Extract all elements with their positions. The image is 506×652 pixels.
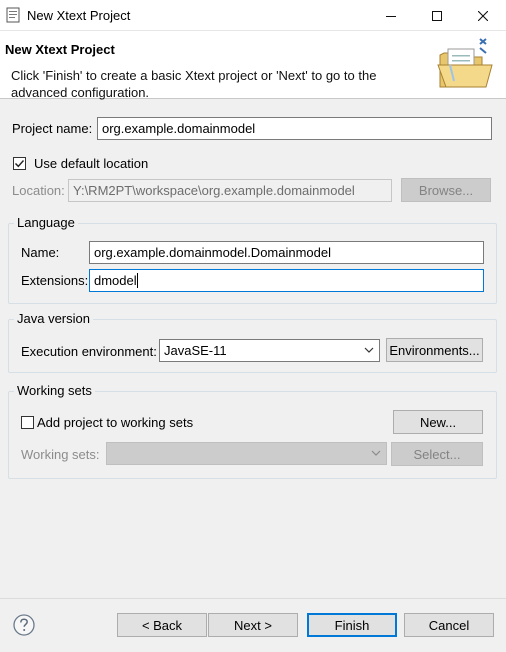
location-input[interactable]: Y:\RM2PT\workspace\org.example.domainmod… [68, 179, 392, 202]
select-working-sets-button[interactable]: Select... [391, 442, 483, 466]
help-icon[interactable] [13, 614, 35, 636]
project-name-label: Project name: [12, 121, 93, 136]
cancel-button[interactable]: Cancel [404, 613, 494, 637]
use-default-location-checkbox[interactable] [13, 157, 26, 170]
java-version-group-title: Java version [14, 311, 93, 326]
extensions-input[interactable]: dmodel [89, 269, 484, 292]
window-title: New Xtext Project [27, 8, 131, 23]
language-name-input[interactable]: org.example.domainmodel.Domainmodel [89, 241, 484, 264]
maximize-button[interactable] [414, 0, 460, 31]
minimize-button[interactable] [368, 0, 414, 31]
wizard-heading: New Xtext Project [5, 42, 115, 57]
wizard-description: Click 'Finish' to create a basic Xtext p… [11, 68, 377, 100]
environments-button[interactable]: Environments... [386, 338, 483, 362]
minimize-icon [386, 15, 396, 17]
checkmark-icon [15, 160, 25, 168]
back-button[interactable]: < Back [117, 613, 207, 637]
use-default-location-label[interactable]: Use default location [34, 156, 148, 171]
wizard-banner: New Xtext Project Click 'Finish' to crea… [0, 31, 506, 100]
maximize-icon [432, 10, 442, 21]
execution-environment-select[interactable]: JavaSE-11 [159, 339, 380, 362]
chevron-down-icon [371, 450, 381, 456]
title-bar[interactable]: New Xtext Project [0, 0, 506, 31]
execution-environment-label: Execution environment: [21, 344, 157, 359]
folder-xtext-icon [437, 38, 493, 88]
language-name-label: Name: [21, 245, 60, 260]
language-group-title: Language [14, 215, 78, 230]
footer-separator [0, 598, 506, 599]
working-sets-group-title: Working sets [14, 383, 95, 398]
location-label: Location: [12, 183, 65, 198]
finish-button[interactable]: Finish [307, 613, 397, 637]
working-sets-select[interactable] [106, 442, 387, 465]
chevron-down-icon [364, 347, 374, 353]
browse-button[interactable]: Browse... [401, 178, 491, 202]
add-to-working-sets-label[interactable]: Add project to working sets [37, 415, 193, 430]
extensions-label: Extensions: [21, 273, 89, 288]
new-working-set-button[interactable]: New... [393, 410, 483, 434]
working-sets-label: Working sets: [21, 447, 100, 462]
execution-environment-value: JavaSE-11 [164, 343, 227, 358]
close-button[interactable] [460, 0, 506, 31]
project-name-input[interactable]: org.example.domainmodel [97, 117, 492, 140]
extensions-value: dmodel [94, 273, 137, 288]
eclipse-app-icon [6, 7, 20, 23]
add-to-working-sets-checkbox[interactable] [21, 416, 34, 429]
close-icon [478, 10, 488, 21]
text-caret [136, 273, 138, 288]
next-button[interactable]: Next > [208, 613, 298, 637]
